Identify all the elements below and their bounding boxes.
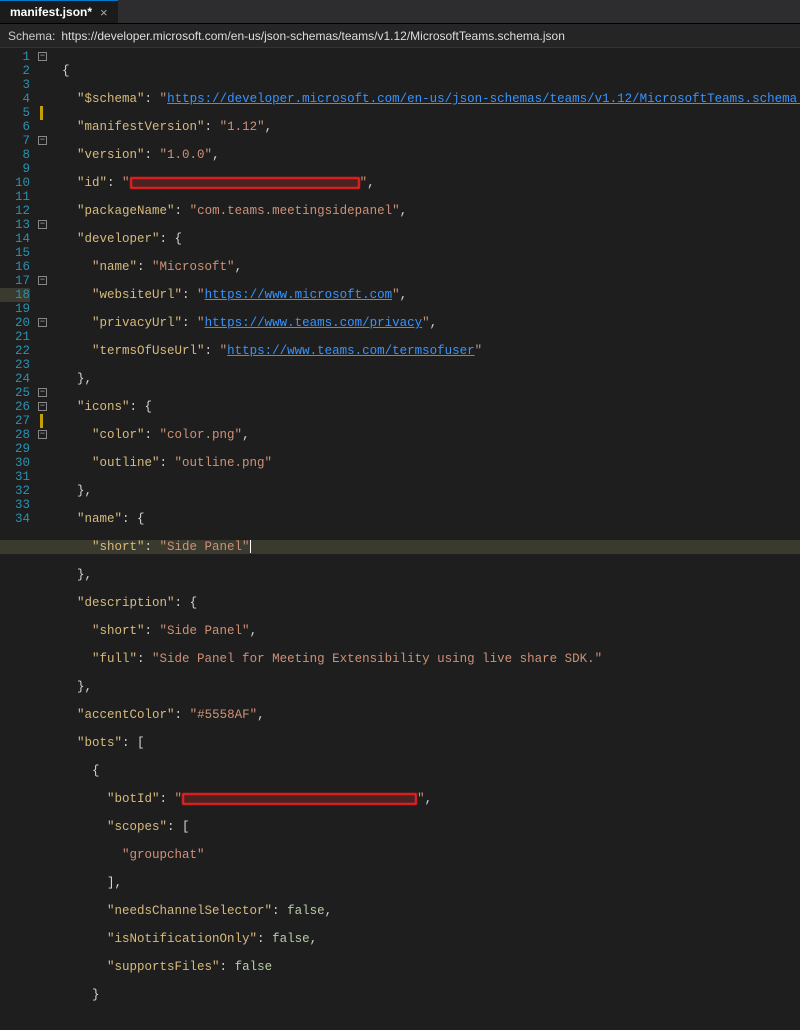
fold-toggle[interactable]: − <box>38 52 47 61</box>
redacted-bot-id <box>182 793 417 805</box>
modified-marker <box>40 106 43 120</box>
schema-label: Schema: <box>8 29 55 43</box>
fold-toggle[interactable]: − <box>38 276 47 285</box>
fold-toggle[interactable]: − <box>38 220 47 229</box>
close-icon[interactable]: × <box>100 5 108 20</box>
code-body[interactable]: { "$schema": "https://developer.microsof… <box>47 48 800 529</box>
code-editor[interactable]: 12345 678910 1112131415 1617181920 21222… <box>0 48 800 529</box>
fold-toggle[interactable]: − <box>38 388 47 397</box>
fold-toggle[interactable]: − <box>38 318 47 327</box>
schema-url[interactable]: https://developer.microsoft.com/en-us/js… <box>61 29 565 43</box>
schema-bar: Schema: https://developer.microsoft.com/… <box>0 24 800 48</box>
line-number-gutter: 12345 678910 1112131415 1617181920 21222… <box>0 48 38 529</box>
fold-toggle[interactable]: − <box>38 402 47 411</box>
text-cursor <box>250 540 251 553</box>
fold-gutter: − − − − − − − − <box>38 48 47 529</box>
tab-title: manifest.json* <box>10 5 92 19</box>
tab-bar: manifest.json* × <box>0 0 800 24</box>
tab-manifest-json[interactable]: manifest.json* × <box>0 0 118 23</box>
fold-toggle[interactable]: − <box>38 136 47 145</box>
redacted-id <box>130 177 360 189</box>
fold-toggle[interactable]: − <box>38 430 47 439</box>
modified-marker <box>40 414 43 428</box>
